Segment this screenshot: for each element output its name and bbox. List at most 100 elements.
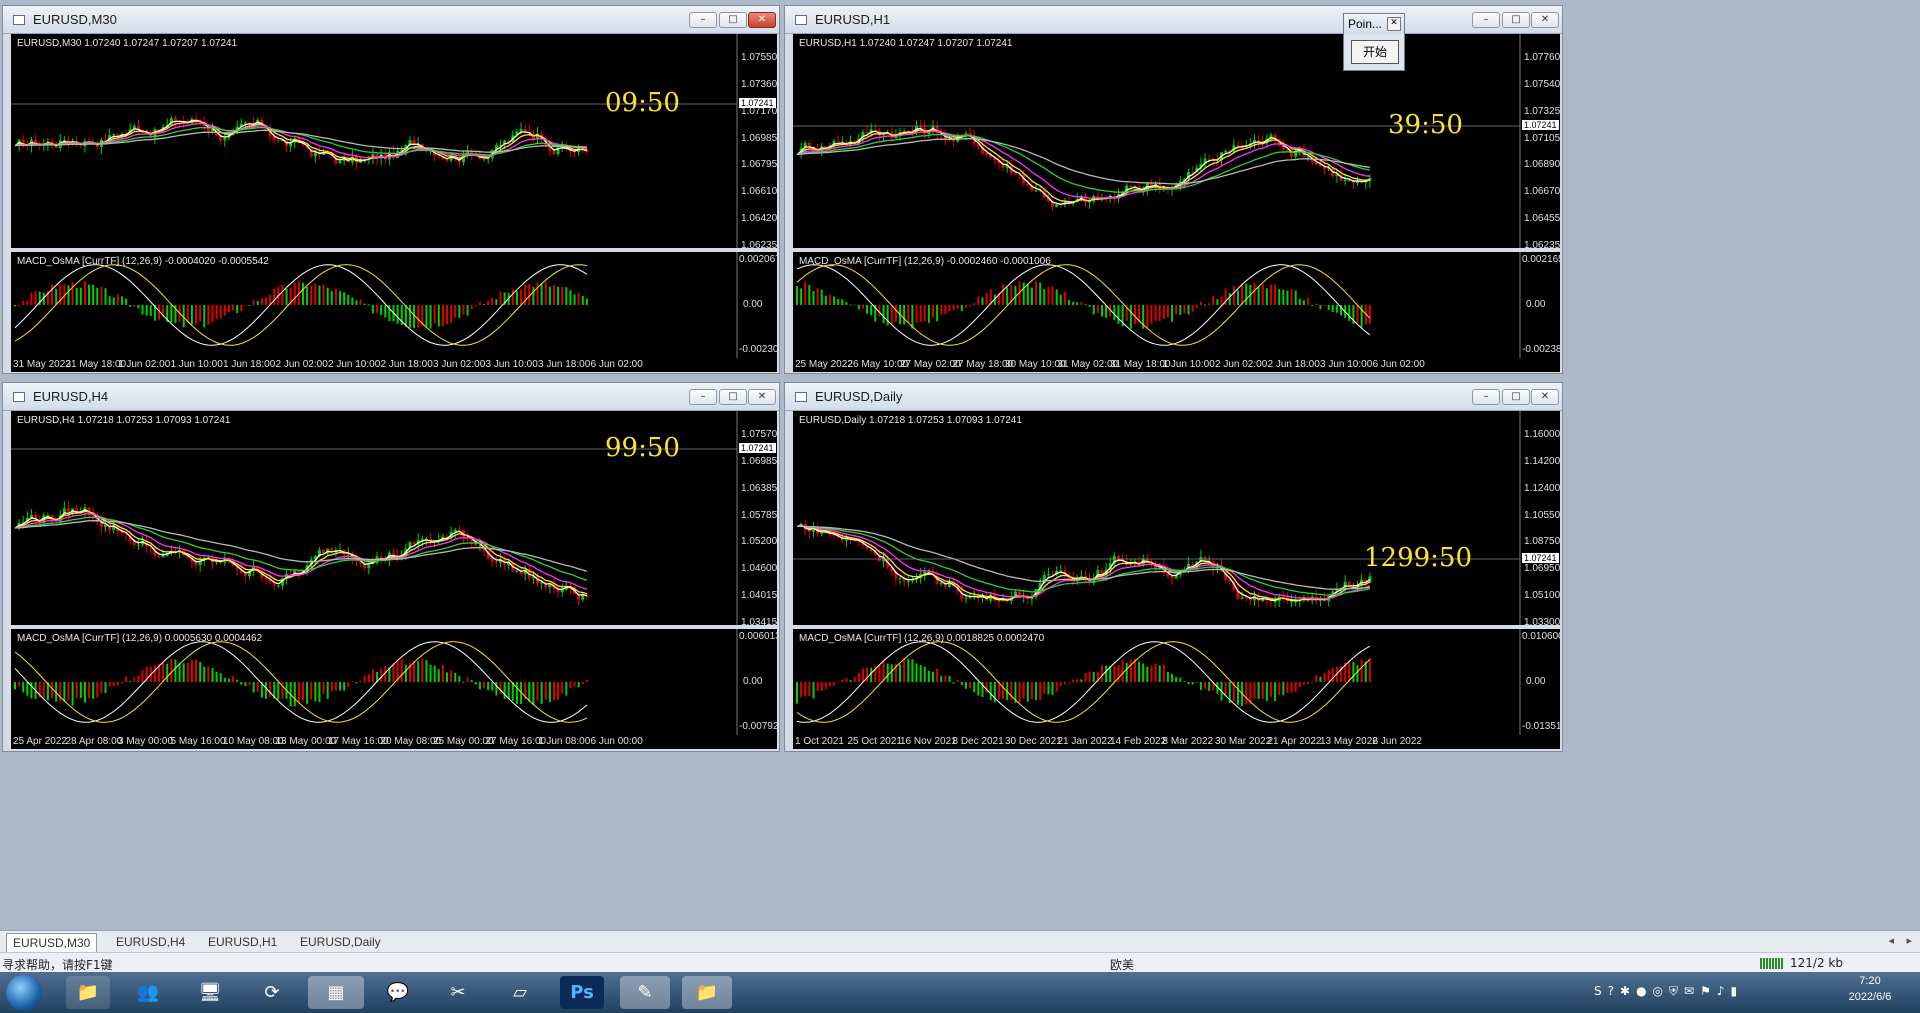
- macd-histogram-bar: [940, 676, 943, 682]
- macd-histogram-bar: [1059, 682, 1062, 686]
- close-button[interactable]: ✕: [1531, 12, 1559, 28]
- macd-histogram-bar: [100, 682, 103, 693]
- taskbar-app-icon[interactable]: ▱: [498, 976, 542, 1009]
- macd-chart[interactable]: MACD_OsMA [CurrTF] (12,26,9) 0.0018825 0…: [793, 629, 1560, 735]
- macd-histogram-bar: [1356, 305, 1359, 324]
- macd-histogram-bar: [1051, 286, 1054, 305]
- window-titlebar[interactable]: EURUSD,M30 – □ ✕: [3, 6, 779, 34]
- tray-icon[interactable]: ◎: [1653, 984, 1663, 1002]
- tray-icon[interactable]: ✉: [1684, 984, 1694, 1002]
- macd-histogram-bar: [474, 682, 477, 685]
- chart-window-daily[interactable]: EURUSD,Daily – □ ✕ EURUSD,Daily 1.07218 …: [784, 382, 1563, 752]
- close-button[interactable]: ✕: [1531, 389, 1559, 405]
- candle-body: [1207, 158, 1211, 160]
- tab-eurusd-daily[interactable]: EURUSD,Daily: [294, 933, 387, 951]
- taskbar-app-icon[interactable]: ✂: [436, 976, 480, 1009]
- macd-histogram-bar: [1183, 681, 1186, 683]
- window-titlebar[interactable]: EURUSD,H4 – □ ✕: [3, 383, 779, 411]
- taskbar-app-icon[interactable]: 🖥: [188, 976, 232, 1009]
- minimize-button[interactable]: –: [1472, 389, 1500, 405]
- macd-histogram-bar: [1092, 672, 1095, 682]
- taskbar-app-icon[interactable]: ✎: [620, 976, 670, 1009]
- candles-svg: [793, 34, 1521, 248]
- tray-icon[interactable]: ✱: [1620, 984, 1630, 1002]
- macd-histogram-bar: [911, 659, 914, 682]
- window-titlebar[interactable]: EURUSD,H1 – □ ✕: [785, 6, 1562, 34]
- popup-titlebar[interactable]: Poin... ✕: [1344, 14, 1404, 34]
- tab-eurusd-m30[interactable]: EURUSD,M30: [6, 933, 98, 952]
- price-chart[interactable]: EURUSD,Daily 1.07218 1.07253 1.07093 1.0…: [793, 411, 1560, 625]
- taskbar-app-icon[interactable]: 📁: [66, 976, 110, 1009]
- chart-window-h1[interactable]: EURUSD,H1 – □ ✕ EURUSD,H1 1.07240 1.0724…: [784, 5, 1563, 374]
- chart-window-h4[interactable]: EURUSD,H4 – □ ✕ EURUSD,H4 1.07218 1.0725…: [2, 382, 780, 752]
- macd-histogram-bar: [483, 304, 486, 306]
- macd-chart[interactable]: MACD_OsMA [CurrTF] (12,26,9) 0.0005630 0…: [11, 629, 777, 735]
- taskbar-app-icon[interactable]: ▦: [308, 976, 364, 1009]
- price-scale-label: 1.05100: [1524, 590, 1560, 602]
- macd-histogram-bar: [359, 299, 362, 305]
- points-popup[interactable]: Poin... ✕ 开始: [1343, 13, 1405, 71]
- macd-histogram-bar: [804, 282, 807, 305]
- shield-icon[interactable]: ⛨: [1669, 984, 1678, 1002]
- tray-icon[interactable]: ⚑: [1700, 984, 1711, 1002]
- taskbar-app-icon[interactable]: Ps: [560, 976, 604, 1009]
- macd-chart[interactable]: MACD_OsMA [CurrTF] (12,26,9) -0.0004020 …: [11, 252, 777, 358]
- taskbar-app-icon[interactable]: ⟳: [250, 976, 294, 1009]
- time-axis-label: 25 Apr 2022: [13, 736, 67, 747]
- minimize-button[interactable]: –: [1472, 12, 1500, 28]
- macd-histogram-bar: [326, 682, 329, 699]
- clock[interactable]: 7:20 2022/6/6: [1840, 975, 1900, 1003]
- price-chart[interactable]: EURUSD,H4 1.07218 1.07253 1.07093 1.0724…: [11, 411, 777, 625]
- price-chart[interactable]: EURUSD,H1 1.07240 1.07247 1.07207 1.0724…: [793, 34, 1560, 248]
- close-button[interactable]: ✕: [748, 389, 776, 405]
- window-title: EURUSD,Daily: [815, 389, 903, 404]
- macd-histogram-bar: [1088, 305, 1091, 307]
- maximize-button[interactable]: □: [719, 12, 747, 28]
- macd-histogram-bar: [828, 682, 831, 687]
- macd-histogram-bar: [915, 663, 918, 682]
- maximize-button[interactable]: □: [719, 389, 747, 405]
- taskbar-app-icon[interactable]: 💬: [376, 976, 420, 1009]
- start-button-icon[interactable]: [6, 975, 42, 1011]
- time-axis: 25 May 2022 26 May 10:00 27 May 02:00 27 Ma…: [793, 358, 1560, 372]
- taskbar-app-icon[interactable]: 👥: [126, 976, 170, 1009]
- minimize-button[interactable]: –: [689, 389, 717, 405]
- tray-icon[interactable]: S: [1594, 984, 1602, 1002]
- tab-eurusd-h4[interactable]: EURUSD,H4: [110, 933, 191, 951]
- macd-histogram-bar: [100, 286, 103, 305]
- macd-histogram-bar: [1290, 682, 1293, 693]
- tab-scroll-right-icon[interactable]: ▸: [1906, 934, 1912, 947]
- price-chart[interactable]: EURUSD,M30 1.07240 1.07247 1.07207 1.072…: [11, 34, 777, 248]
- macd-histogram-bar: [1232, 285, 1235, 305]
- macd-histogram-bar: [232, 305, 235, 311]
- chart-window-m30[interactable]: EURUSD,M30 – □ ✕ EURUSD,M30 1.07240 1.07…: [2, 5, 780, 374]
- macd-chart[interactable]: MACD_OsMA [CurrTF] (12,26,9) -0.0002460 …: [793, 252, 1560, 358]
- volume-icon[interactable]: ♪: [1717, 984, 1725, 1002]
- macd-histogram-bar: [956, 305, 959, 309]
- tab-scroll-left-icon[interactable]: ◂: [1888, 934, 1894, 947]
- taskbar-app-icon[interactable]: 📁: [682, 976, 732, 1009]
- tab-eurusd-h1[interactable]: EURUSD,H1: [202, 933, 283, 951]
- network-icon[interactable]: ▮: [1731, 984, 1738, 1002]
- close-button[interactable]: ✕: [748, 12, 776, 28]
- macd-histogram-bar: [232, 675, 235, 682]
- maximize-button[interactable]: □: [1502, 12, 1530, 28]
- macd-histogram-bar: [853, 676, 856, 682]
- time-axis-label: 2 Jun 02:00: [275, 359, 328, 370]
- tray-icon[interactable]: ●: [1636, 984, 1646, 1002]
- minimize-button[interactable]: –: [689, 12, 717, 28]
- popup-close-icon[interactable]: ✕: [1387, 17, 1401, 31]
- chart-window-icon: [13, 15, 25, 25]
- price-scale-label: 1.06235: [1524, 240, 1560, 248]
- macd-histogram-bar: [952, 682, 955, 684]
- window-titlebar[interactable]: EURUSD,Daily – □ ✕: [785, 383, 1562, 411]
- time-axis-label: 6 Jun 02:00: [1372, 359, 1425, 370]
- macd-histogram-bar: [125, 298, 128, 305]
- macd-histogram-bar: [446, 305, 448, 325]
- candle-body: [1244, 597, 1248, 599]
- maximize-button[interactable]: □: [1502, 389, 1530, 405]
- macd-histogram-bar: [339, 682, 342, 691]
- start-button[interactable]: 开始: [1351, 40, 1399, 64]
- macd-histogram-bar: [1245, 682, 1248, 705]
- help-icon[interactable]: ?: [1608, 984, 1614, 1002]
